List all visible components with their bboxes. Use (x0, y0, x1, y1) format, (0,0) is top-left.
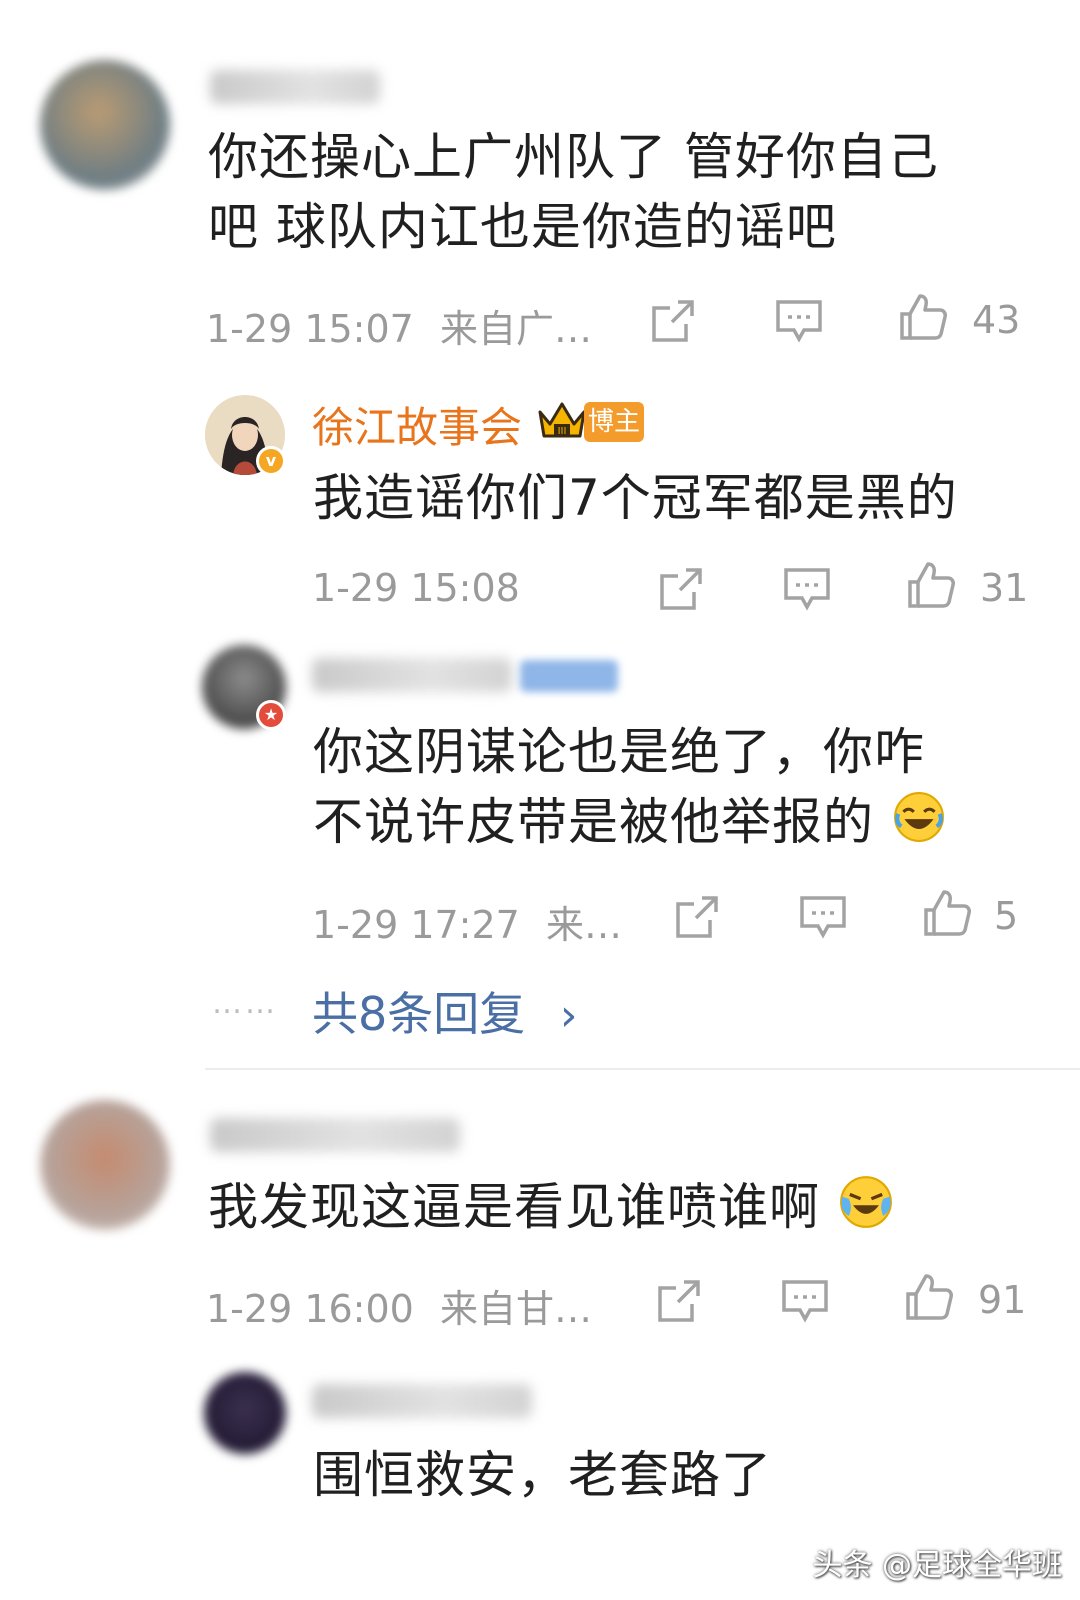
chevron-right-icon: › (559, 990, 578, 1041)
watermark: 头条 @足球全华班 (812, 1548, 1062, 1583)
blogger-badge: 博主 (584, 402, 644, 442)
reply-timestamp: 1-29 17:27 来… (312, 894, 622, 949)
like-count: 31 (980, 566, 1029, 610)
share-icon[interactable] (656, 564, 706, 614)
more-replies-link[interactable]: 共8条回复 › (312, 978, 578, 1044)
comment-timestamp: 1-29 15:07 来自广… (206, 298, 592, 353)
verified-icon: v (256, 446, 286, 476)
share-icon[interactable] (654, 1276, 704, 1326)
like-icon[interactable] (906, 560, 956, 610)
more-replies-label: 共8条回复 (312, 987, 526, 1041)
reply-time: 1-29 15:08 (312, 566, 520, 610)
reply-text-line: 不说许皮带是被他举报的 (313, 793, 874, 851)
like-count: 5 (994, 894, 1019, 938)
avatar[interactable] (40, 1100, 170, 1230)
comment-text: 吧 球队内讧也是你造的谣吧 (208, 198, 837, 256)
reply-text: 围恒救安，老套路了 (313, 1446, 772, 1504)
reply-text: 你这阴谋论也是绝了，你咋 (313, 723, 925, 781)
comment-icon[interactable] (774, 296, 824, 346)
cry-laugh-emoji (839, 1175, 893, 1247)
laugh-emoji (893, 791, 945, 861)
share-icon[interactable] (648, 296, 698, 346)
comment-icon[interactable] (798, 892, 848, 942)
comment-source: 来自甘… (439, 1287, 592, 1331)
comment-text: 我发现这逼是看见谁喷谁啊 (208, 1172, 893, 1247)
like-count: 91 (978, 1278, 1027, 1322)
like-icon[interactable] (922, 888, 972, 938)
like-icon[interactable] (898, 292, 948, 342)
avatar[interactable] (40, 60, 170, 190)
comment-timestamp: 1-29 16:00 来自甘… (206, 1278, 592, 1333)
comment-text-line: 我发现这逼是看见谁喷谁啊 (208, 1178, 820, 1236)
reply-time: 1-29 17:27 (312, 903, 520, 947)
reply-timestamp: 1-29 15:08 (312, 566, 520, 610)
verified-icon: ★ (256, 700, 286, 730)
comment-source: 来自广… (439, 307, 592, 351)
comment-divider (205, 1068, 1080, 1070)
svg-text:III: III (558, 426, 567, 437)
like-icon[interactable] (904, 1272, 954, 1322)
username[interactable] (210, 1118, 460, 1152)
like-count: 43 (972, 298, 1021, 342)
username[interactable] (210, 70, 380, 104)
reply-text: 不说许皮带是被他举报的 (313, 787, 945, 861)
comment-time: 1-29 15:07 (206, 307, 414, 351)
username[interactable] (312, 658, 512, 692)
avatar[interactable] (204, 1372, 286, 1454)
username[interactable] (312, 1384, 532, 1418)
badge-label: 博主 (587, 407, 640, 437)
comment-icon[interactable] (780, 1276, 830, 1326)
share-icon[interactable] (672, 892, 722, 942)
user-badge (520, 660, 618, 692)
more-replies-dots: …… (212, 986, 278, 1021)
comment-icon[interactable] (782, 564, 832, 614)
comment-text: 你还操心上广州队了 管好你自己 (208, 128, 939, 186)
crown-icon: III (536, 398, 588, 440)
reply-author[interactable]: 徐江故事会 (312, 394, 522, 455)
reply-source: 来… (545, 903, 622, 947)
comment-time: 1-29 16:00 (206, 1287, 414, 1331)
reply-text: 我造谣你们7个冠军都是黑的 (313, 469, 958, 527)
